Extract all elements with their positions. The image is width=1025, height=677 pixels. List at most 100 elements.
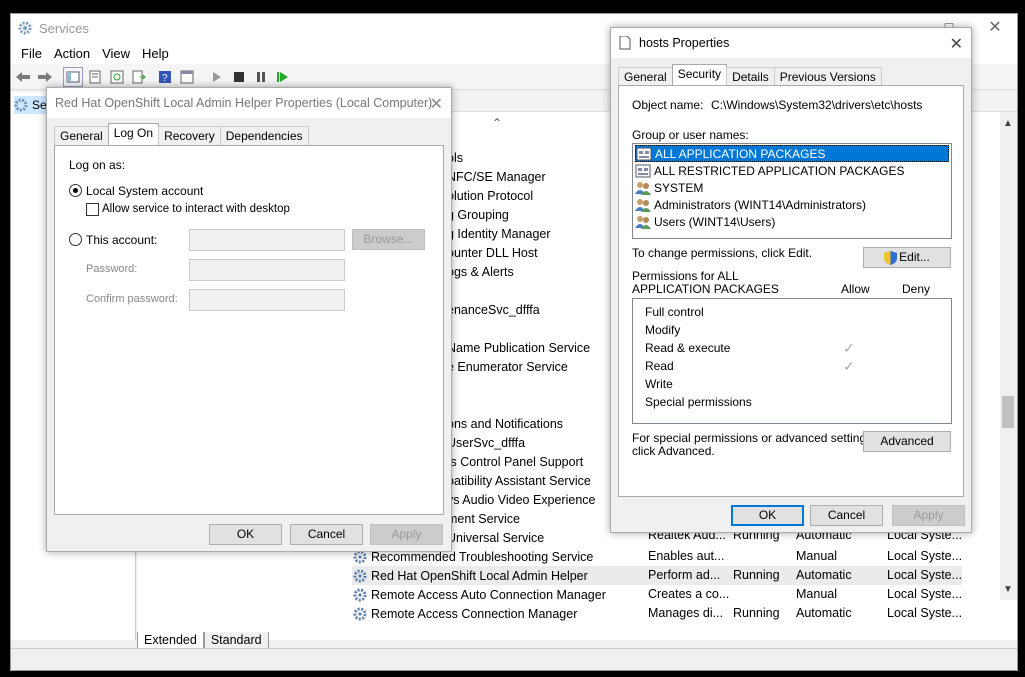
tab-extended[interactable]: Extended (137, 632, 204, 649)
confirm-password-input[interactable] (189, 289, 345, 311)
tab-details[interactable]: Details (726, 67, 775, 86)
menu-help[interactable]: Help (136, 46, 175, 61)
service-status-cell: Running (733, 568, 780, 582)
user-list-item[interactable]: ALL RESTRICTED APPLICATION PACKAGES (635, 162, 909, 179)
tab-recovery[interactable]: Recovery (158, 126, 221, 145)
service-name: NFC/SE Manager (447, 169, 546, 184)
menu-view[interactable]: View (96, 46, 136, 61)
tab-strip: General Log On Recovery Dependencies (54, 123, 309, 145)
deny-column-header: Deny (902, 282, 931, 296)
ok-button[interactable]: OK (731, 505, 804, 526)
service-row-partial[interactable]: ounter DLL Host (447, 243, 538, 262)
vertical-scrollbar[interactable]: ▲ ▼ (1000, 112, 1017, 600)
service-row-partial[interactable]: vs Audio Video Experience (447, 490, 595, 509)
user-name: Users (WINT14\Users) (654, 214, 776, 229)
service-row-partial[interactable]: g Grouping (447, 205, 509, 224)
service-row-partial[interactable]: g Identity Manager (447, 224, 551, 243)
scroll-up-icon[interactable]: ▲ (1003, 118, 1013, 129)
this-account-radio[interactable] (69, 233, 82, 246)
close-icon[interactable]: ✕ (430, 94, 443, 114)
service-name: Red Hat OpenShift Local Admin Helper (371, 568, 588, 583)
cancel-button[interactable]: Cancel (290, 524, 363, 545)
service-startup-cell: Automatic (796, 606, 852, 620)
apply-button[interactable]: Apply (892, 505, 965, 526)
service-row-partial[interactable]: ts Control Panel Support (447, 452, 583, 471)
ok-button[interactable]: OK (209, 524, 282, 545)
service-row-partial[interactable]: patibility Assistant Service (447, 471, 591, 490)
service-row-partial[interactable]: Universal Service (447, 528, 544, 547)
service-row-partial[interactable]: UserSvc_dfffa (447, 433, 525, 452)
service-row[interactable]: Remote Access Connection Manager (352, 604, 577, 623)
show-hide-pane-icon[interactable] (177, 67, 197, 87)
allow-interact-checkbox[interactable] (86, 203, 99, 216)
tab-general[interactable]: General (618, 67, 673, 86)
tab-previous-versions[interactable]: Previous Versions (773, 67, 882, 86)
service-logon-cell: Local Syste... (887, 606, 963, 620)
scroll-down-icon[interactable]: ▼ (1003, 584, 1013, 595)
advanced-button[interactable]: Advanced (863, 431, 951, 452)
service-row-partial[interactable]: e Enumerator Service (447, 357, 568, 376)
console-tree-icon[interactable] (63, 66, 83, 87)
window-title: Services (39, 20, 89, 36)
cancel-button[interactable]: Cancel (810, 505, 883, 526)
service-row-partial[interactable]: enanceSvc_dfffa (447, 300, 540, 319)
account-input[interactable] (189, 229, 345, 251)
restart-service-icon[interactable] (273, 67, 293, 87)
tab-strip: General Security Details Previous Versio… (618, 64, 882, 86)
user-list-item[interactable]: Administrators (WINT14\Administrators) (635, 196, 870, 213)
password-input[interactable] (189, 259, 345, 281)
permission-name: Full control (645, 305, 704, 319)
dialog-title: hosts Properties (639, 36, 730, 50)
export-icon[interactable] (129, 67, 149, 87)
service-startup-cell: Manual (796, 549, 837, 563)
help-icon[interactable]: ? (155, 67, 175, 87)
scroll-thumb[interactable] (1002, 396, 1014, 428)
menu-action[interactable]: Action (48, 46, 96, 61)
refresh-icon[interactable] (107, 67, 127, 87)
service-row-partial[interactable]: Name Publication Service (447, 338, 590, 357)
file-icon (619, 36, 631, 50)
start-service-icon[interactable] (207, 67, 227, 87)
confirm-password-label: Confirm password: (86, 293, 178, 305)
log-on-as-label: Log on as: (69, 158, 126, 172)
browse-button[interactable]: Browse... (352, 229, 425, 250)
permission-name: Read & execute (645, 341, 731, 355)
forward-arrow-icon[interactable] (35, 67, 55, 87)
menu-file[interactable]: File (15, 46, 48, 61)
service-row-partial[interactable]: ons and Notifications (447, 414, 563, 433)
tab-general[interactable]: General (54, 126, 109, 145)
user-list[interactable]: ALL APPLICATION PACKAGES ALL RESTRICTED A… (632, 143, 952, 239)
user-list-item[interactable]: ALL APPLICATION PACKAGES (635, 145, 949, 162)
service-row-partial[interactable]: olution Protocol (447, 186, 533, 205)
properties-icon[interactable] (85, 67, 105, 87)
tab-standard[interactable]: Standard (203, 632, 269, 649)
pause-service-icon[interactable] (251, 67, 271, 87)
service-name: Remote Access Connection Manager (371, 606, 578, 621)
service-status-cell: Running (733, 606, 780, 620)
user-list-item[interactable]: SYSTEM (635, 179, 707, 196)
service-row-partial[interactable]: NFC/SE Manager (447, 167, 546, 186)
close-button[interactable]: ✕ (985, 18, 1005, 38)
user-list-item[interactable]: Users (WINT14\Users) (635, 213, 779, 230)
user-name: Administrators (WINT14\Administrators) (654, 197, 867, 212)
stop-service-icon[interactable] (229, 67, 249, 87)
security-panel: Object name: C:\Windows\System32\drivers… (618, 85, 964, 497)
close-icon[interactable]: ✕ (950, 34, 963, 54)
service-name: Universal Service (447, 530, 545, 545)
service-gear-icon (353, 607, 367, 620)
uac-shield-icon (884, 250, 898, 265)
local-system-radio[interactable] (69, 184, 82, 197)
back-arrow-icon[interactable] (13, 67, 33, 87)
edit-button[interactable]: Edit... (863, 247, 951, 268)
service-row-partial[interactable]: ogs & Alerts (447, 262, 514, 281)
object-name-label: Object name: (632, 98, 704, 112)
permissions-list: Full control Modify Read & execute ✓ Read ✓ Wr… (632, 298, 952, 424)
allow-check-icon: ✓ (843, 358, 855, 374)
tab-dependencies[interactable]: Dependencies (219, 126, 309, 145)
service-row[interactable]: Remote Access Auto Connection Manager (352, 585, 606, 604)
service-logon-cell: Local Syste... (887, 549, 963, 563)
tab-security[interactable]: Security (671, 64, 728, 86)
apply-button[interactable]: Apply (370, 524, 443, 545)
tab-log-on[interactable]: Log On (107, 123, 160, 145)
service-row-partial[interactable]: ment Service (447, 509, 520, 528)
